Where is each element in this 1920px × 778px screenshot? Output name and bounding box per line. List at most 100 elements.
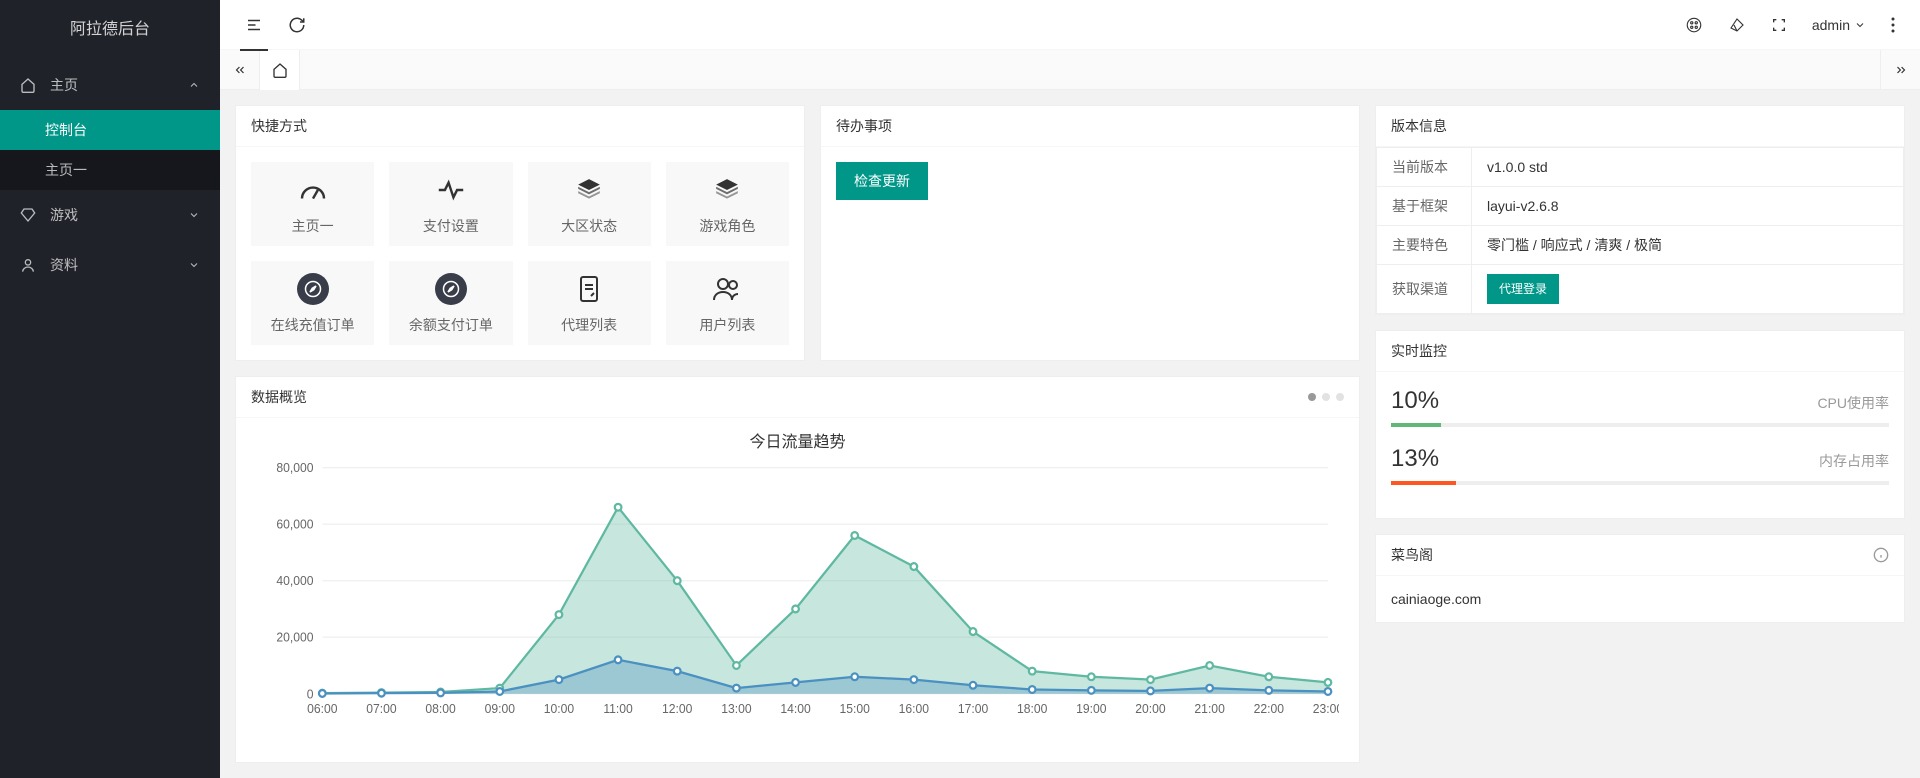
version-key: 主要特色: [1377, 226, 1472, 265]
chevron-down-icon: [1854, 19, 1866, 31]
shortcut-label: 用户列表: [666, 315, 789, 335]
agent-login-button[interactable]: 代理登录: [1487, 274, 1559, 304]
version-key: 基于框架: [1377, 187, 1472, 226]
svg-text:20:00: 20:00: [1135, 702, 1166, 716]
shortcut-3[interactable]: 游戏角色: [666, 162, 789, 246]
nav-item-game[interactable]: 游戏: [0, 190, 220, 240]
shortcut-6[interactable]: 代理列表: [528, 261, 651, 345]
svg-text:14:00: 14:00: [780, 702, 811, 716]
monitor-row: 13% 内存占用率: [1391, 445, 1889, 485]
carousel-dot[interactable]: [1322, 393, 1330, 401]
svg-text:0: 0: [307, 687, 314, 701]
svg-text:07:00: 07:00: [366, 702, 397, 716]
monitor-value: 13%: [1391, 445, 1439, 473]
todo-card: 待办事项 检查更新: [820, 105, 1360, 361]
more-icon[interactable]: [1891, 17, 1895, 33]
chevron-up-icon: [188, 79, 200, 91]
card-header: 待办事项: [821, 106, 1359, 147]
card-header: 实时监控: [1376, 331, 1904, 372]
fullscreen-icon[interactable]: [1771, 17, 1787, 33]
app-logo: 阿拉德后台: [0, 0, 220, 60]
shortcut-label: 在线充值订单: [251, 315, 374, 335]
sidebar: 阿拉德后台 主页 控制台 主页一 游戏: [0, 0, 220, 778]
refresh-icon[interactable]: [288, 16, 306, 34]
chart-title: 今日流量趋势: [256, 428, 1339, 452]
user-menu[interactable]: admin: [1812, 17, 1866, 33]
side-nav: 主页 控制台 主页一 游戏: [0, 60, 220, 290]
shortcuts-card: 快捷方式 主页一支付设置大区状态游戏角色在线充值订单余额支付订单代理列表用户列表: [235, 105, 805, 361]
doc-icon: [528, 271, 651, 307]
shortcut-0[interactable]: 主页一: [251, 162, 374, 246]
home-icon: [272, 62, 288, 78]
note-icon[interactable]: [1728, 16, 1746, 34]
carousel-dot[interactable]: [1308, 393, 1316, 401]
version-key: 当前版本: [1377, 148, 1472, 187]
card-header: 快捷方式: [236, 106, 804, 147]
monitor-card: 实时监控 10%CPU使用率 13% 内存占用率: [1375, 330, 1905, 519]
svg-text:15:00: 15:00: [840, 702, 871, 716]
info-icon[interactable]: [1873, 547, 1889, 563]
version-value: v1.0.0 std: [1472, 148, 1904, 187]
shortcut-label: 支付设置: [389, 216, 512, 236]
chevron-down-icon: [188, 209, 200, 221]
svg-text:16:00: 16:00: [899, 702, 930, 716]
layers-icon: [666, 172, 789, 208]
svg-text:11:00: 11:00: [603, 702, 633, 716]
compass-badge-icon: [389, 271, 512, 307]
check-update-button[interactable]: 检查更新: [836, 162, 928, 200]
nav-item-home[interactable]: 主页: [0, 60, 220, 110]
nav-label: 游戏: [50, 205, 188, 225]
nav-item-data[interactable]: 资料: [0, 240, 220, 290]
shortcut-label: 游戏角色: [666, 216, 789, 236]
monitor-label: 内存占用率: [1819, 451, 1889, 471]
svg-text:17:00: 17:00: [958, 702, 989, 716]
svg-text:19:00: 19:00: [1076, 702, 1107, 716]
tabs-prev[interactable]: [220, 50, 260, 90]
menu-toggle-icon[interactable]: [245, 16, 263, 34]
svg-text:20,000: 20,000: [276, 631, 313, 645]
shortcut-2[interactable]: 大区状态: [528, 162, 651, 246]
version-table: 当前版本v1.0.0 std基于框架layui-v2.6.8主要特色零门槛 / …: [1376, 147, 1904, 314]
tabs-bar: [220, 50, 1920, 90]
svg-text:13:00: 13:00: [721, 702, 752, 716]
compass-badge-icon: [251, 271, 374, 307]
user-name: admin: [1812, 17, 1850, 33]
main: admin: [220, 0, 1920, 778]
theme-icon[interactable]: [1685, 16, 1703, 34]
svg-text:80,000: 80,000: [276, 462, 313, 475]
layers-icon: [528, 172, 651, 208]
svg-text:10:00: 10:00: [544, 702, 575, 716]
shortcut-5[interactable]: 余额支付订单: [389, 261, 512, 345]
carousel-dot[interactable]: [1336, 393, 1344, 401]
tab-home[interactable]: [260, 50, 300, 90]
shortcut-label: 代理列表: [528, 315, 651, 335]
overview-card: 数据概览 今日流量趋势 020,00040,00060,00080,00006:…: [235, 376, 1360, 763]
tabs-next[interactable]: [1880, 50, 1920, 90]
nav-sub-home1[interactable]: 主页一: [0, 150, 220, 190]
diamond-icon: [20, 207, 40, 223]
nav-sub-console[interactable]: 控制台: [0, 110, 220, 150]
shortcut-7[interactable]: 用户列表: [666, 261, 789, 345]
svg-text:21:00: 21:00: [1194, 702, 1225, 716]
content: 快捷方式 主页一支付设置大区状态游戏角色在线充值订单余额支付订单代理列表用户列表…: [220, 90, 1920, 778]
svg-text:23:00: 23:00: [1313, 702, 1339, 716]
monitor-label: CPU使用率: [1817, 393, 1889, 413]
header: admin: [220, 0, 1920, 50]
version-card: 版本信息 当前版本v1.0.0 std基于框架layui-v2.6.8主要特色零…: [1375, 105, 1905, 315]
monitor-row: 10%CPU使用率: [1391, 387, 1889, 427]
shortcut-label: 大区状态: [528, 216, 651, 236]
traffic-chart: 020,00040,00060,00080,00006:0007:0008:00…: [256, 462, 1339, 722]
card-header: 菜鸟阁: [1376, 535, 1904, 576]
version-key: 获取渠道: [1377, 265, 1472, 314]
progress-bar: [1391, 423, 1889, 427]
shortcut-label: 余额支付订单: [389, 315, 512, 335]
svg-text:06:00: 06:00: [307, 702, 338, 716]
cainiao-link[interactable]: cainiaoge.com: [1391, 591, 1481, 607]
user-icon: [20, 257, 40, 273]
svg-text:09:00: 09:00: [485, 702, 516, 716]
shortcut-1[interactable]: 支付设置: [389, 162, 512, 246]
card-header: 数据概览: [236, 377, 1359, 418]
svg-text:08:00: 08:00: [425, 702, 456, 716]
chevrons-right-icon: [1894, 63, 1908, 77]
shortcut-4[interactable]: 在线充值订单: [251, 261, 374, 345]
